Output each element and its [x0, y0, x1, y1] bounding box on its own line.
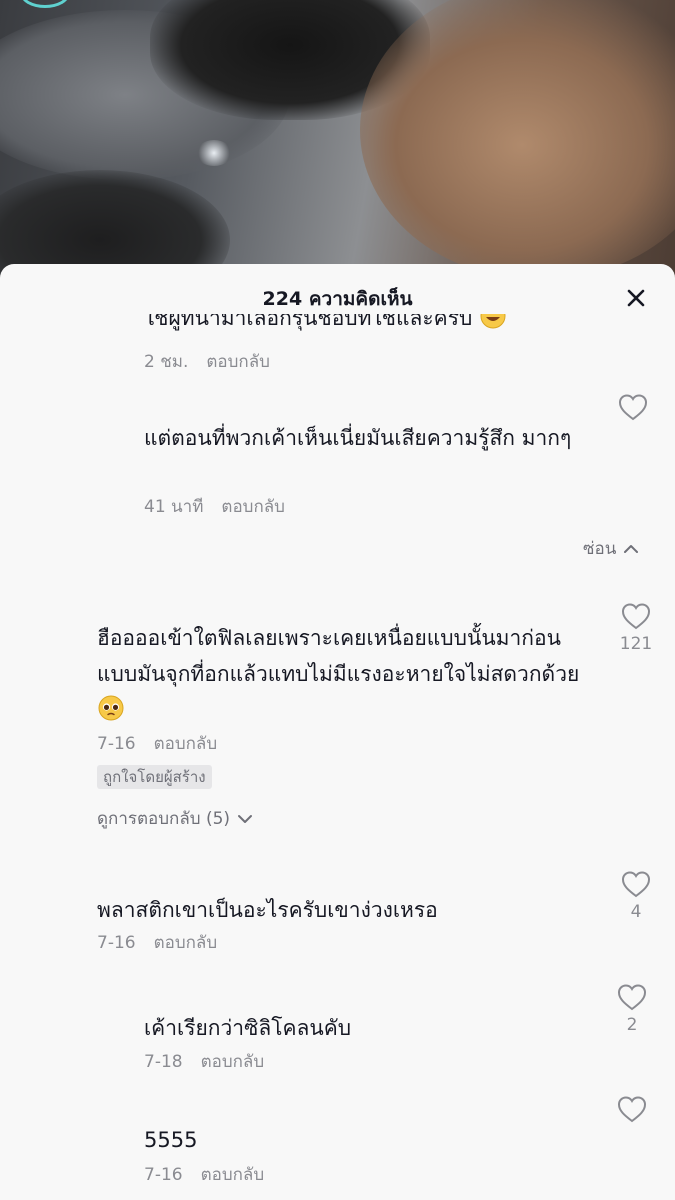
pleading-face-emoji-icon: [98, 695, 124, 721]
reply-button[interactable]: ตอบกลับ: [201, 1052, 265, 1072]
comment-text: แต่ตอนที่พวกเค้าเห็นเนี่ยมันเสียความรู้ส…: [144, 426, 572, 450]
like-button[interactable]: [607, 1094, 657, 1124]
comment-time: 7-16: [97, 933, 136, 953]
like-count: 121: [619, 634, 653, 654]
comment-meta: 7-16 ตอบกลับ: [97, 931, 217, 955]
comment-meta: 7-16 ตอบกลับ: [144, 1163, 264, 1187]
chevron-up-icon: [623, 545, 638, 553]
comment-meta: 41 นาที ตอบกลับ: [144, 495, 285, 519]
hide-replies-button[interactable]: ซ่อน: [583, 537, 640, 561]
heart-outline-icon: [617, 1096, 647, 1123]
heart-outline-icon: [617, 984, 647, 1011]
like-button[interactable]: 2: [607, 982, 657, 1036]
chevron-down-icon: [238, 815, 253, 823]
comments-count-title: 224 ความคิดเห็น: [262, 288, 413, 310]
comment-meta: 7-16 ตอบกลับ: [97, 732, 217, 756]
comment-time: 7-16: [97, 734, 136, 754]
heart-outline-icon: [621, 603, 651, 630]
comment-time: 7-16: [144, 1165, 183, 1185]
close-button[interactable]: [620, 282, 652, 314]
comment-text: 5555: [144, 1128, 198, 1152]
like-button[interactable]: 121: [611, 601, 661, 655]
comment-list[interactable]: ใช้ผู้ที่นำมาเลือกรุ่นชอบที่ใช้และครับ 2…: [0, 314, 675, 1200]
grinning-emoji-icon: [480, 314, 506, 329]
video-frame-shape: [360, 0, 675, 280]
video-player[interactable]: [0, 0, 675, 290]
video-frame-highlight: [196, 140, 232, 166]
comment-meta: 2 ชม. ตอบกลับ: [144, 350, 270, 372]
reply-button[interactable]: ตอบกลับ: [154, 734, 218, 754]
reply-button[interactable]: ตอบกลับ: [221, 497, 285, 517]
comment-text: ใช้ผู้ที่นำมาเลือกรุ่นชอบที่ใช้และครับ: [144, 314, 507, 336]
view-replies-label: ดูการตอบกลับ (5): [97, 809, 231, 829]
liked-by-creator-badge: ถูกใจโดยผู้สร้าง: [97, 765, 212, 789]
comment-text: เค้าเรียกว่าซิลิโคลนคับ: [144, 1016, 352, 1040]
view-replies-button[interactable]: ดูการตอบกลับ (5): [97, 807, 255, 831]
like-count: 2: [626, 1015, 638, 1035]
like-button[interactable]: [608, 392, 658, 422]
comment-meta: 7-18 ตอบกลับ: [144, 1050, 264, 1074]
like-button[interactable]: 4: [611, 869, 661, 923]
reply-button[interactable]: ตอบกลับ: [154, 933, 218, 953]
reply-button[interactable]: ตอบกลับ: [201, 1165, 265, 1185]
comment-time: 41 นาที: [144, 497, 204, 517]
comment-text: พลาสติกเขาเป็นอะไรครับเขาง่วงเหรอ: [97, 898, 438, 922]
heart-outline-icon: [618, 394, 648, 421]
app-logo-icon: [20, 0, 70, 8]
comment-text: ฮืออออเข้าใตฟิลเลยเพราะเคยเหนื่อยแบบนั้น…: [97, 620, 597, 728]
like-count: 4: [630, 902, 642, 922]
comment-time: 7-18: [144, 1052, 183, 1072]
comment-time: 2 ชม.: [144, 352, 189, 372]
reply-button[interactable]: ตอบกลับ: [206, 352, 270, 368]
comments-sheet: 224 ความคิดเห็น ใช้ผู้ที่นำมาเลือกรุ่นชอ…: [0, 264, 675, 1200]
hide-replies-label: ซ่อน: [583, 539, 617, 559]
close-icon: [627, 289, 645, 307]
heart-outline-icon: [621, 871, 651, 898]
